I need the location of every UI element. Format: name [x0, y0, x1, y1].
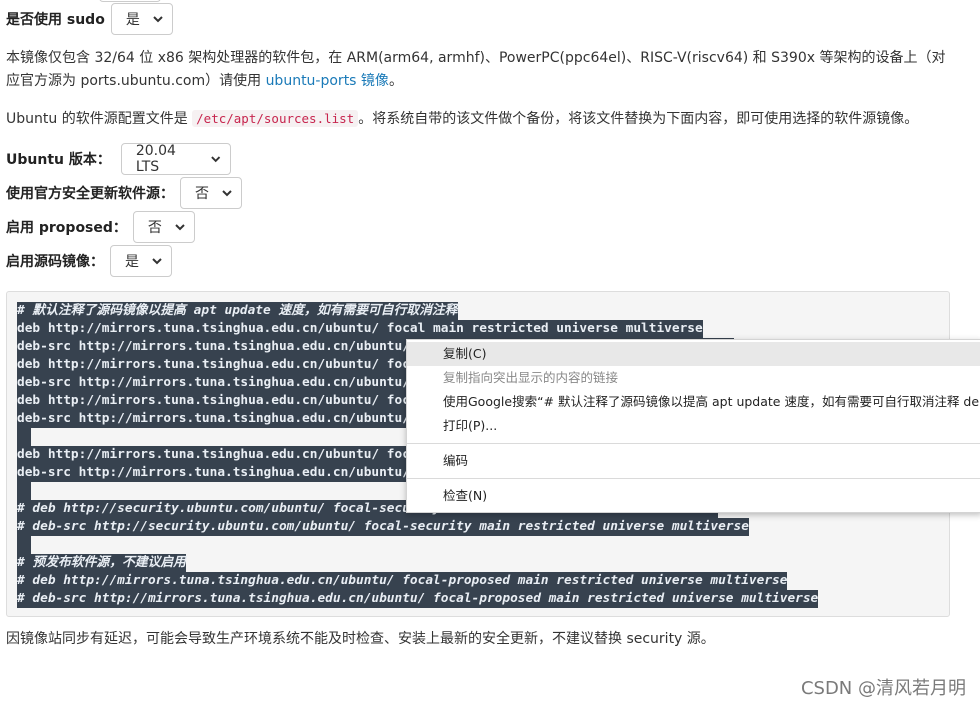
code-line-blank — [17, 428, 31, 446]
sudo-select-value: 是 — [125, 12, 140, 28]
code-line-blank — [17, 482, 31, 500]
security-row: 使用官方安全更新软件源： 否 — [6, 177, 242, 209]
version-select[interactable]: 20.04 LTS — [120, 143, 231, 175]
security-select[interactable]: 否 — [180, 177, 242, 209]
code-line: # 预发布软件源，不建议启用 — [17, 554, 186, 572]
config-paragraph: Ubuntu 的软件源配置文件是 /etc/apt/sources.list 。将… — [6, 107, 956, 131]
proposed-select-value: 否 — [147, 220, 162, 236]
csdn-watermark: CSDN @清风若月明 — [800, 678, 966, 699]
intro-paragraph: 本镜像仅包含 32/64 位 x86 架构处理器的软件包，在 ARM(arm64… — [6, 47, 956, 93]
intro-suffix: 。 — [388, 73, 403, 89]
code-line: deb http://mirrors.tuna.tsinghua.edu.cn/… — [17, 320, 703, 338]
menu-item-inspect[interactable]: 检查(N) — [407, 484, 980, 508]
sudo-row: 是否使用 sudo 是 — [6, 3, 173, 35]
source-label: 启用源码镜像： — [6, 254, 104, 270]
source-select[interactable]: 是 — [110, 245, 172, 277]
menu-item-encoding[interactable]: 编码 — [407, 449, 980, 473]
version-select-value: 20.04 LTS — [135, 143, 176, 175]
menu-separator — [407, 443, 980, 444]
prev-select-bottom — [99, 0, 161, 2]
code-line: # 默认注释了源码镜像以提高 apt update 速度，如有需要可自行取消注释 — [17, 302, 458, 320]
config-suffix: 。将系统自带的该文件做个备份，将该文件替换为下面内容，即可使用选择的软件源镜像。 — [358, 111, 919, 127]
code-line-blank — [17, 536, 31, 554]
chevron-down-icon — [175, 224, 185, 231]
security-label: 使用官方安全更新软件源： — [6, 186, 174, 202]
security-warning-note: 因镜像站同步有延迟，可能会导致生产环境系统不能及时检查、安装上最新的安全更新，不… — [6, 631, 715, 647]
sources-list-path: /etc/apt/sources.list — [192, 110, 359, 127]
chevron-down-icon — [152, 258, 162, 265]
proposed-row: 启用 proposed： 否 — [6, 211, 195, 243]
version-label: Ubuntu 版本： — [6, 152, 111, 168]
sudo-label: 是否使用 sudo — [6, 12, 105, 28]
menu-item-print[interactable]: 打印(P)... — [407, 414, 980, 438]
security-select-value: 否 — [195, 186, 209, 202]
chevron-down-icon — [211, 156, 221, 163]
intro-text: 本镜像仅包含 32/64 位 x86 架构处理器的软件包，在 ARM(arm64… — [6, 50, 946, 89]
ubuntu-ports-link[interactable]: ubuntu-ports 镜像 — [266, 73, 389, 89]
version-row: Ubuntu 版本： 20.04 LTS — [6, 143, 231, 175]
menu-separator — [407, 478, 980, 479]
source-row: 启用源码镜像： 是 — [6, 245, 172, 277]
proposed-select[interactable]: 否 — [132, 211, 195, 243]
config-prefix: Ubuntu 的软件源配置文件是 — [6, 111, 193, 127]
proposed-label: 启用 proposed： — [6, 220, 127, 236]
menu-item-google-search[interactable]: 使用Google搜索“# 默认注释了源码镜像以提高 apt update 速度，… — [407, 390, 980, 414]
code-line: # deb-src http://security.ubuntu.com/ubu… — [17, 518, 749, 536]
chevron-down-icon — [222, 190, 232, 197]
menu-item-copy[interactable]: 复制(C) — [407, 342, 980, 366]
source-select-value: 是 — [125, 254, 139, 270]
chevron-down-icon — [153, 16, 163, 23]
menu-item-copy-link: 复制指向突出显示的内容的链接 — [443, 370, 619, 385]
context-menu: 复制(C) 复制指向突出显示的内容的链接 使用Google搜索“# 默认注释了源… — [406, 339, 980, 513]
sudo-select[interactable]: 是 — [110, 3, 173, 35]
code-line: # deb-src http://mirrors.tuna.tsinghua.e… — [17, 590, 819, 608]
code-line: # deb http://mirrors.tuna.tsinghua.edu.c… — [17, 572, 788, 590]
